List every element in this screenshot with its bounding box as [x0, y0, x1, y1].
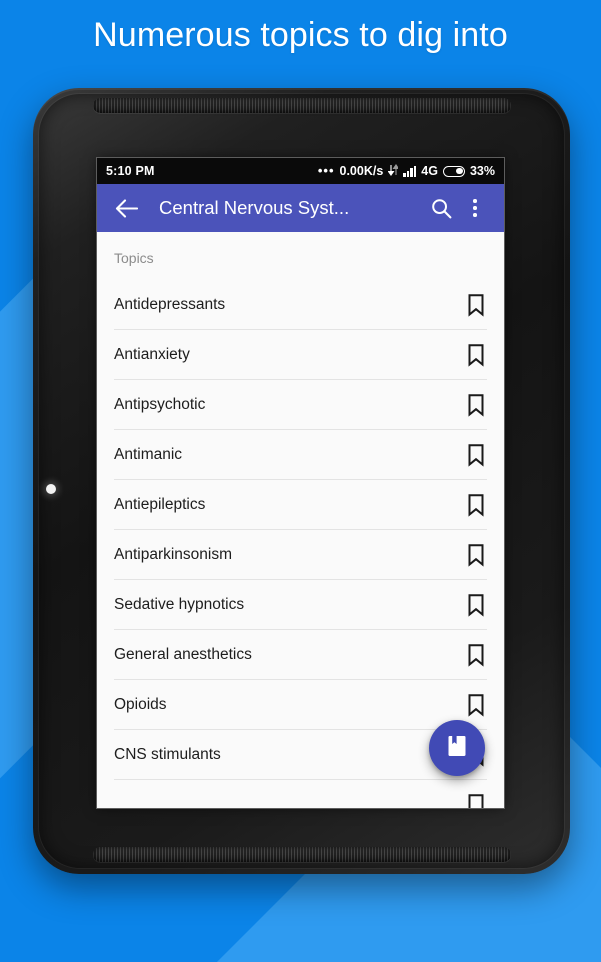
status-bar-dots: ••• — [317, 163, 335, 178]
status-bar-time: 5:10 PM — [106, 164, 155, 178]
section-header-topics: Topics — [114, 250, 154, 266]
signal-bars-icon — [403, 165, 417, 177]
topic-list-item-label: General anesthetics — [114, 646, 252, 663]
topic-list-item[interactable]: Antiepileptics — [114, 480, 487, 530]
bookmark-outline-icon[interactable] — [465, 293, 487, 317]
topic-list-item-label: Antimanic — [114, 446, 183, 463]
topic-list-item[interactable]: Opioids — [114, 680, 487, 730]
bookmark-outline-icon[interactable] — [465, 343, 487, 367]
topic-list-item[interactable]: Sedative hypnotics — [114, 580, 487, 630]
topic-list-item-label: Antiepileptics — [114, 496, 206, 513]
front-camera-dot-icon — [46, 484, 56, 494]
topic-list-item-label: Opioids — [114, 696, 167, 713]
status-bar-network-speed: 0.00K/s — [339, 164, 384, 178]
overflow-menu-icon[interactable] — [458, 191, 492, 225]
bookmark-outline-icon[interactable] — [465, 443, 487, 467]
topic-list-item[interactable]: Antidepressants — [114, 280, 487, 330]
topic-list-item[interactable]: Antipsychotic — [114, 380, 487, 430]
bookmarked-book-icon — [446, 734, 468, 763]
status-bar-battery-percent: 33% — [469, 164, 495, 178]
topic-list-item[interactable]: Antimanic — [114, 430, 487, 480]
topic-list-item-label: Antianxiety — [114, 346, 190, 363]
bookmarks-fab-button[interactable] — [429, 720, 485, 776]
sync-arrows-icon — [387, 163, 400, 179]
topics-content-area: Topics Antidepressants Antianxiety Antipsy… — [97, 232, 504, 808]
back-arrow-icon[interactable] — [109, 191, 143, 225]
topic-list-item-label: Antiparkinsonism — [114, 546, 233, 563]
bookmark-outline-icon[interactable] — [465, 593, 487, 617]
topic-list-item[interactable]: Antianxiety — [114, 330, 487, 380]
bookmark-outline-icon[interactable] — [465, 493, 487, 517]
speaker-grille-top-icon — [92, 98, 511, 113]
status-bar-network-type: 4G — [421, 164, 438, 178]
bookmark-outline-icon[interactable] — [465, 643, 487, 667]
battery-icon — [442, 165, 465, 177]
topic-list-item[interactable]: General anesthetics — [114, 630, 487, 680]
bookmark-outline-icon[interactable] — [465, 793, 487, 808]
topic-list-item[interactable]: Antiparkinsonism — [114, 530, 487, 580]
status-bar: 5:10 PM ••• 0.00K/s 4G 33% — [97, 158, 504, 184]
tablet-device-frame: 5:10 PM ••• 0.00K/s 4G 33% Central Nervo… — [33, 88, 570, 874]
search-icon[interactable] — [424, 191, 458, 225]
topic-list-item-label: CNS stimulants — [114, 746, 221, 763]
bookmark-outline-icon[interactable] — [465, 393, 487, 417]
bookmark-outline-icon[interactable] — [465, 543, 487, 567]
speaker-grille-bottom-icon — [92, 847, 511, 862]
topic-list-item-label: Sedative hypnotics — [114, 596, 245, 613]
page-title: Central Nervous Syst... — [159, 197, 350, 218]
bookmark-outline-icon[interactable] — [465, 693, 487, 717]
topic-list-item-label: Antidepressants — [114, 296, 226, 313]
app-bar: Central Nervous Syst... — [97, 184, 504, 232]
topic-list-item[interactable] — [114, 780, 487, 808]
topic-list-item-label: Antipsychotic — [114, 396, 206, 413]
device-screen: 5:10 PM ••• 0.00K/s 4G 33% Central Nervo… — [97, 158, 504, 808]
promo-headline: Numerous topics to dig into — [93, 16, 508, 54]
